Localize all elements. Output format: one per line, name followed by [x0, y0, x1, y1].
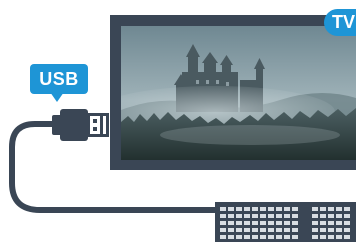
keyboard-key [292, 235, 298, 239]
tv-screen [121, 26, 356, 160]
keyboard-key [228, 214, 234, 218]
keyboard-key [328, 221, 334, 225]
keyboard-key [344, 228, 350, 232]
keyboard-key [268, 207, 274, 211]
keyboard-key [236, 214, 242, 218]
keyboard-key [320, 214, 326, 218]
usb-keyboard-tv-diagram [9, 15, 356, 242]
keyboard-key [260, 235, 266, 239]
keyboard-key [220, 235, 226, 239]
tv [110, 15, 356, 170]
keyboard-key [292, 207, 298, 211]
keyboard-key [252, 207, 258, 211]
keyboard-key [284, 221, 290, 225]
keyboard-key [344, 207, 350, 211]
keyboard-key [328, 228, 334, 232]
keyboard-key [320, 207, 326, 211]
keyboard-key [244, 221, 250, 225]
keyboard-key [268, 214, 274, 218]
keyboard-key [244, 235, 250, 239]
keyboard-key [244, 228, 250, 232]
keyboard-icon [215, 202, 356, 242]
keyboard-key [276, 214, 282, 218]
keyboard-key [236, 207, 242, 211]
keyboard-key [236, 221, 242, 225]
usb-label: USB [39, 68, 79, 89]
keyboard-key [228, 207, 234, 211]
keyboard-key [236, 235, 242, 239]
keyboard-key [252, 235, 258, 239]
keyboard-key [244, 207, 250, 211]
keyboard-key [328, 214, 334, 218]
keyboard-key [312, 235, 318, 239]
keyboard-key [312, 207, 318, 211]
keyboard-key [220, 214, 226, 218]
usb-label-pointer [50, 92, 64, 102]
keyboard-key [228, 221, 234, 225]
tv-label-badge: TV [324, 9, 356, 36]
keyboard-key [220, 228, 226, 232]
keyboard-key [244, 214, 250, 218]
keyboard-key [328, 207, 334, 211]
keyboard-key [284, 235, 290, 239]
keyboard-key [320, 221, 326, 225]
keyboard-key [336, 228, 342, 232]
usb-label-badge: USB [30, 64, 88, 94]
keyboard-key [336, 207, 342, 211]
keyboard-key [276, 235, 282, 239]
keyboard-key [292, 228, 298, 232]
keyboard-key [260, 207, 266, 211]
usb-plug-icon [52, 109, 109, 141]
keyboard-key [276, 221, 282, 225]
keyboard-key [236, 228, 242, 232]
tv-label: TV [332, 12, 356, 32]
keyboard-key [344, 235, 350, 239]
keyboard-key [312, 221, 318, 225]
keyboard-key [252, 214, 258, 218]
keyboard-key [284, 228, 290, 232]
keyboard-key [336, 221, 342, 225]
keyboard-key [228, 235, 234, 239]
keyboard-key [276, 228, 282, 232]
keyboard-key [260, 214, 266, 218]
keyboard-key [284, 214, 290, 218]
keyboard-key [328, 235, 334, 239]
keyboard-key [312, 228, 318, 232]
keyboard-key [220, 221, 226, 225]
keyboard-key [276, 207, 282, 211]
keyboard-key [268, 228, 274, 232]
keyboard-key [260, 221, 266, 225]
keyboard-key [252, 228, 258, 232]
keyboard-key [268, 235, 274, 239]
keyboard-key [320, 228, 326, 232]
keyboard-key [252, 221, 258, 225]
keyboard-key [284, 207, 290, 211]
keyboard-key [292, 221, 298, 225]
keyboard-key [292, 214, 298, 218]
keyboard-key [220, 207, 226, 211]
keyboard-key [320, 235, 326, 239]
keyboard-key [344, 214, 350, 218]
keyboard-key [336, 214, 342, 218]
keyboard-key [268, 221, 274, 225]
keyboard-key [228, 228, 234, 232]
keyboard-key [336, 235, 342, 239]
keyboard-key [312, 214, 318, 218]
keyboard-key [344, 221, 350, 225]
keyboard-key [260, 228, 266, 232]
